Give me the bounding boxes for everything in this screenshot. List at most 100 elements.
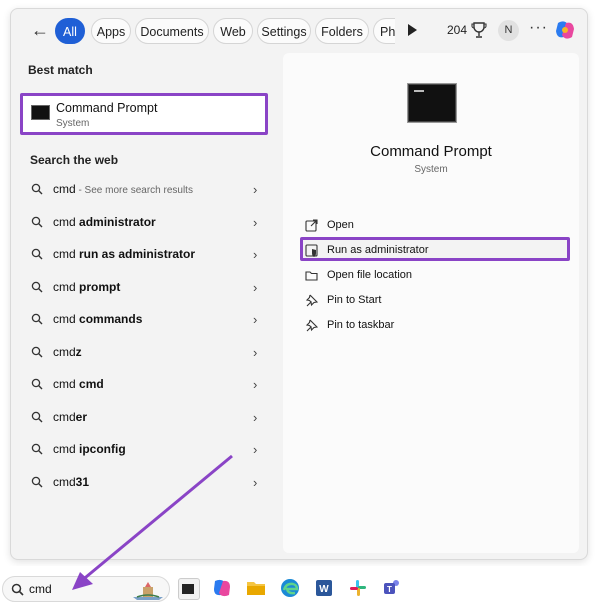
search-icon — [31, 443, 43, 455]
chevron-right-icon[interactable]: › — [253, 280, 257, 295]
web-result-bold: run as administrator — [79, 247, 196, 261]
web-result-row[interactable]: cmd31 › — [31, 472, 266, 494]
filter-web[interactable]: Web — [213, 18, 253, 44]
web-result-row[interactable]: cmd cmd › — [31, 374, 266, 396]
avatar[interactable]: N — [498, 20, 519, 41]
details-subtitle: System — [414, 164, 448, 175]
slack-icon[interactable] — [348, 578, 368, 598]
results-list: Best match Command Prompt System Search … — [11, 53, 281, 559]
action-pin-to-taskbar[interactable]: Pin to taskbar — [301, 315, 571, 337]
folder-icon — [305, 271, 318, 281]
action-label: Pin to taskbar — [327, 319, 395, 331]
chevron-right-icon[interactable]: › — [253, 377, 257, 392]
filter-apps[interactable]: Apps — [91, 18, 131, 44]
folder-icon[interactable] — [246, 578, 266, 598]
action-open[interactable]: Open — [301, 215, 571, 237]
web-result-prefix: cmd — [53, 279, 80, 294]
web-result-bold: cmd — [79, 377, 104, 391]
chevron-right-icon[interactable]: › — [253, 247, 257, 262]
details-pane: Command Prompt System Open Run as adminis… — [283, 53, 579, 553]
chevron-right-icon[interactable]: › — [253, 182, 257, 197]
scroll-right-icon[interactable] — [408, 24, 417, 36]
web-result-row[interactable]: cmd ipconfig › — [31, 439, 266, 461]
search-icon — [31, 281, 43, 292]
web-result-bold: z — [75, 344, 82, 359]
svg-text:W: W — [319, 584, 329, 595]
web-result-row[interactable]: cmd commands › — [31, 309, 266, 331]
open-external-icon — [305, 219, 318, 232]
action-open-file-location[interactable]: Open file location — [301, 265, 571, 287]
filter-folders[interactable]: Folders — [315, 18, 369, 44]
shield-admin-icon — [305, 244, 318, 257]
chevron-right-icon[interactable]: › — [253, 442, 257, 457]
search-icon — [31, 248, 43, 260]
web-result-prefix: cmd — [53, 247, 80, 261]
web-result-row[interactable]: cmd run as administrator › — [31, 244, 266, 266]
web-result-hint: - See more search results — [75, 185, 193, 196]
web-result-bold: ipconfig — [79, 442, 126, 456]
web-result-bold: er — [75, 409, 88, 424]
action-pin-to-start[interactable]: Pin to Start — [301, 290, 571, 312]
web-result-row[interactable]: cmd administrator › — [31, 212, 266, 234]
web-result-row[interactable]: cmd - See more search results › — [31, 179, 266, 201]
web-result-text: cmd run as administrator — [53, 247, 195, 261]
chevron-right-icon[interactable]: › — [253, 410, 257, 425]
search-web-heading: Search the web — [30, 153, 119, 167]
web-result-prefix: cmd — [53, 377, 80, 391]
web-result-prefix: cmd — [53, 442, 80, 456]
pin-icon — [305, 319, 318, 332]
word-icon[interactable]: W — [314, 578, 334, 598]
web-result-row[interactable]: cmdz › — [31, 342, 266, 364]
web-result-text: cmd ipconfig — [53, 442, 126, 456]
filter-all[interactable]: All — [55, 18, 85, 44]
action-run-as-administrator[interactable]: Run as administrator — [301, 240, 571, 262]
filter-settings[interactable]: Settings — [257, 18, 311, 44]
search-icon — [31, 216, 43, 227]
copilot-icon[interactable] — [212, 578, 232, 598]
search-icon — [31, 313, 43, 325]
filter-documents[interactable]: Documents — [135, 18, 209, 44]
web-result-row[interactable]: cmd prompt › — [31, 277, 266, 299]
web-result-prefix: cmd — [53, 312, 80, 326]
web-result-text: cmd cmd — [53, 377, 104, 391]
web-result-prefix: cmd — [53, 182, 76, 196]
web-result-text: cmd commands — [53, 312, 142, 326]
action-label: Open — [327, 219, 354, 231]
search-input[interactable] — [29, 580, 109, 598]
action-label: Run as administrator — [327, 244, 429, 256]
best-match-title: Command Prompt — [56, 101, 158, 115]
chevron-right-icon[interactable]: › — [253, 345, 257, 360]
start-search-panel: ← All Apps Documents Web Settings Folder… — [10, 8, 588, 560]
web-result-row[interactable]: cmder › — [31, 407, 266, 429]
taskbar-search[interactable] — [2, 576, 170, 602]
chevron-right-icon[interactable]: › — [253, 475, 257, 490]
best-match-command-prompt[interactable]: Command Prompt System — [20, 93, 268, 135]
rewards-icon[interactable] — [471, 21, 487, 39]
chevron-right-icon[interactable]: › — [253, 312, 257, 327]
search-highlight-image-icon — [133, 582, 163, 600]
best-match-subtitle: System — [56, 118, 90, 129]
back-arrow-icon[interactable]: ← — [29, 20, 51, 40]
filter-bar: ← All Apps Documents Web Settings Folder… — [11, 9, 587, 53]
filter-photos[interactable]: Ph — [373, 18, 395, 44]
action-label: Open file location — [327, 269, 412, 281]
web-result-bold: administrator — [79, 214, 156, 229]
search-icon — [31, 476, 43, 487]
copilot-icon[interactable] — [554, 19, 576, 41]
rewards-points: 204 — [447, 23, 468, 37]
web-result-bold: commands — [79, 312, 143, 326]
teams-icon[interactable]: T — [382, 578, 402, 598]
chevron-right-icon[interactable]: › — [253, 215, 257, 230]
web-result-bold: prompt — [79, 279, 121, 294]
web-result-text: cmdz — [53, 345, 82, 359]
pin-icon — [305, 294, 318, 307]
action-label: Pin to Start — [327, 294, 382, 306]
web-result-text: cmd - See more search results — [53, 182, 193, 196]
more-options-icon[interactable]: ··· — [529, 19, 548, 37]
search-icon — [11, 583, 24, 596]
web-result-bold: 31 — [75, 474, 90, 489]
edge-icon[interactable] — [280, 578, 300, 598]
file-manager-icon[interactable] — [178, 578, 200, 600]
web-result-prefix: cmd — [53, 214, 80, 229]
command-prompt-icon — [31, 105, 50, 120]
